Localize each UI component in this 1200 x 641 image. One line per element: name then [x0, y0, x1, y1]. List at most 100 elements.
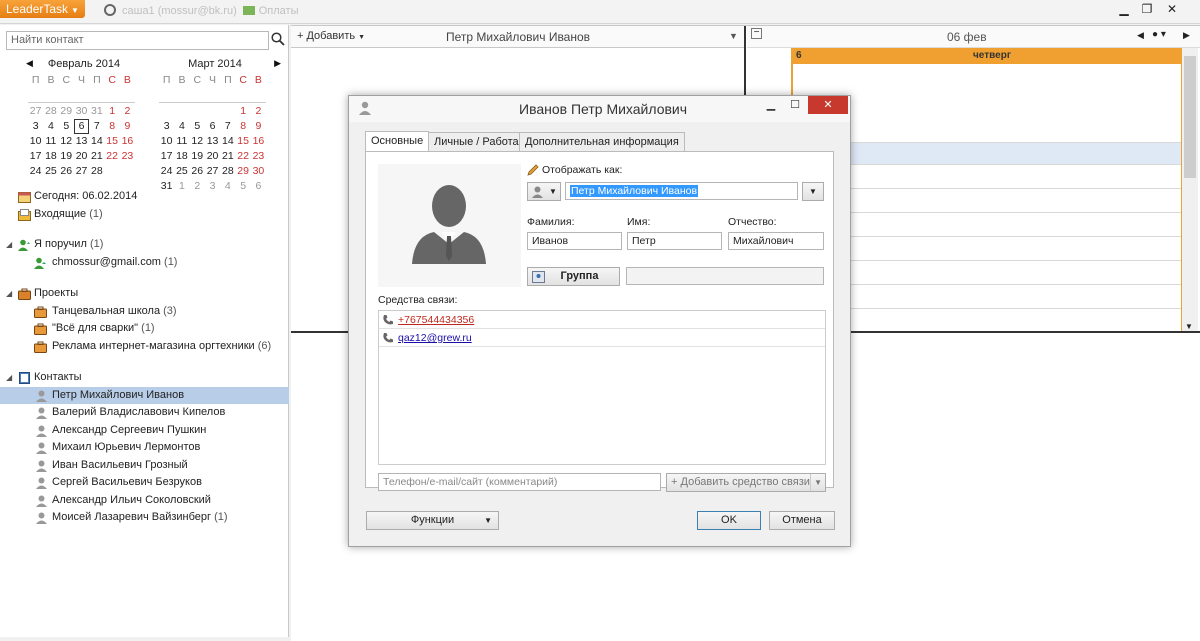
calendar-day[interactable]: 17 — [28, 149, 43, 164]
scrollbar-thumb[interactable] — [1184, 56, 1196, 178]
today-dot-icon[interactable]: ● ▾ — [1152, 29, 1166, 40]
calendar-day[interactable]: 8 — [104, 119, 119, 134]
calendar-day[interactable]: 28 — [220, 164, 235, 179]
calendar-day[interactable]: 24 — [159, 164, 174, 179]
projects-item[interactable]: ◢ Проекты — [0, 285, 289, 303]
contact-search-input[interactable]: Найти контакт — [6, 31, 269, 50]
calendar-day[interactable]: 4 — [174, 119, 189, 134]
calendar-day[interactable]: 9 — [251, 119, 266, 134]
calendar-day[interactable]: 26 — [59, 164, 74, 179]
calendar-day[interactable]: 16 — [120, 134, 135, 149]
patronymic-field[interactable]: Михайлович — [728, 232, 824, 250]
sync-icon[interactable] — [104, 4, 116, 16]
calendar-day[interactable]: 21 — [89, 149, 104, 164]
calendar-day[interactable]: 10 — [159, 134, 174, 149]
list-item[interactable]: +767544434356 — [379, 311, 825, 329]
calendar-day[interactable]: 3 — [159, 119, 174, 134]
phone-link[interactable]: +767544434356 — [398, 314, 474, 326]
calendar-day[interactable]: 22 — [104, 149, 119, 164]
calendar-day[interactable]: 4 — [43, 119, 58, 134]
tab-main[interactable]: Основные — [365, 131, 430, 152]
calendar-day[interactable]: 12 — [190, 134, 205, 149]
calendar-day[interactable]: 5 — [190, 119, 205, 134]
calendar-day[interactable]: 23 — [251, 149, 266, 164]
calendar-day[interactable]: 20 — [205, 149, 220, 164]
search-icon[interactable] — [271, 32, 285, 46]
calendar-day[interactable]: 14 — [220, 134, 235, 149]
email-link[interactable]: qaz12@grew.ru — [398, 332, 472, 344]
calendar-day[interactable]: 27 — [74, 164, 89, 179]
calendar-day[interactable]: 21 — [220, 149, 235, 164]
ok-button[interactable]: OK — [697, 511, 761, 530]
contact-item[interactable]: Валерий Владиславович Кипелов — [0, 404, 289, 422]
first-name-field[interactable]: Петр — [627, 232, 722, 250]
today-item[interactable]: Сегодня: 06.02.2014 — [0, 188, 289, 206]
project-item[interactable]: "Всё для сварки" (1) — [0, 320, 289, 338]
calendar-day[interactable]: 13 — [74, 134, 89, 149]
calendar-day[interactable]: 29 — [235, 164, 250, 179]
calendar-day[interactable]: 3 — [28, 119, 43, 134]
calendar-day[interactable]: 27 — [205, 164, 220, 179]
toolbar-dropdown-icon[interactable]: ▼ — [729, 31, 738, 41]
contact-item[interactable]: Петр Михайлович Иванов — [0, 386, 289, 404]
calendar-day[interactable]: 22 — [235, 149, 250, 164]
delegated-item[interactable]: ◢ Я поручил (1) — [0, 236, 289, 254]
calendar-day[interactable]: 11 — [43, 134, 58, 149]
add-communication-button[interactable]: + Добавить средство связи ▼ — [666, 473, 826, 492]
calendar-day[interactable]: 15 — [235, 134, 250, 149]
calendar-day[interactable]: 19 — [190, 149, 205, 164]
surname-field[interactable]: Иванов — [527, 232, 622, 250]
app-menu-button[interactable]: LeaderTask ▼ — [0, 0, 85, 18]
calendar-day[interactable]: 6 — [73, 119, 90, 134]
calendar-day[interactable]: 18 — [43, 149, 58, 164]
calendar-day[interactable]: 27 — [28, 104, 43, 119]
calendar-day[interactable]: 14 — [89, 134, 104, 149]
scroll-down-icon[interactable]: ▼ — [1185, 322, 1193, 331]
close-window-button[interactable]: ✕ — [1160, 0, 1184, 18]
calendar-day[interactable]: 18 — [174, 149, 189, 164]
calendar-day[interactable]: 7 — [220, 119, 235, 134]
dialog-maximize-button[interactable]: ☐ — [781, 96, 809, 114]
contact-item[interactable]: Сергей Васильевич Безруков — [0, 474, 289, 492]
collapse-box-icon[interactable]: − — [751, 28, 762, 39]
calendar-day[interactable]: 31 — [89, 104, 104, 119]
project-item[interactable]: Танцевальная школа (3) — [0, 303, 289, 321]
calendar-scrollbar[interactable]: ▼ — [1182, 48, 1198, 333]
contact-item[interactable]: Александр Ильич Соколовский — [0, 492, 289, 510]
calendar-day[interactable]: 16 — [251, 134, 266, 149]
calendar-day[interactable]: 25 — [174, 164, 189, 179]
calendar-day[interactable]: 20 — [74, 149, 89, 164]
calendar-day[interactable]: 7 — [89, 119, 104, 134]
calendar-day[interactable]: 30 — [74, 104, 89, 119]
calendar-day[interactable]: 26 — [190, 164, 205, 179]
collapse-icon[interactable]: ◢ — [6, 369, 12, 387]
display-as-dropdown-button[interactable]: ▼ — [802, 182, 824, 201]
group-field[interactable] — [626, 267, 824, 285]
add-button[interactable]: + Добавить ▼ — [297, 30, 365, 42]
calendar-day[interactable]: 10 — [28, 134, 43, 149]
new-communication-input[interactable]: Телефон/e-mail/сайт (комментарий) — [378, 473, 661, 491]
calendar-day[interactable]: 8 — [235, 119, 250, 134]
calendar-day[interactable]: 30 — [251, 164, 266, 179]
contacts-item[interactable]: ◢ Контакты — [0, 369, 289, 387]
calendar-day[interactable]: 23 — [120, 149, 135, 164]
contact-item[interactable]: Моисей Лазаревич Вайзинберг (1) — [0, 509, 289, 527]
calendar-day[interactable]: 17 — [159, 149, 174, 164]
project-item[interactable]: Реклама интернет-магазина оргтехники (6) — [0, 338, 289, 356]
contact-item[interactable]: Михаил Юрьевич Лермонтов — [0, 439, 289, 457]
minimize-button[interactable]: ▁ — [1112, 0, 1136, 18]
calendar-day[interactable]: 11 — [174, 134, 189, 149]
next-month-icon[interactable]: ▶ — [274, 58, 281, 69]
calendar-day[interactable]: 29 — [59, 104, 74, 119]
calendar-day[interactable]: 12 — [59, 134, 74, 149]
contact-item[interactable]: Иван Васильевич Грозный — [0, 457, 289, 475]
dialog-title-bar[interactable]: Иванов Петр Михайлович ▁ ☐ ✕ — [349, 96, 850, 122]
collapse-icon[interactable]: ◢ — [6, 285, 12, 303]
calendar-day[interactable]: 25 — [43, 164, 58, 179]
prev-month-icon[interactable]: ◀ — [26, 58, 33, 69]
calendar-day[interactable]: 9 — [120, 119, 135, 134]
prev-day-icon[interactable]: ◀ — [1137, 30, 1144, 41]
calendar-day[interactable]: 6 — [205, 119, 220, 134]
selected-hour-slot[interactable] — [793, 142, 1181, 164]
calendar-day[interactable]: 15 — [104, 134, 119, 149]
